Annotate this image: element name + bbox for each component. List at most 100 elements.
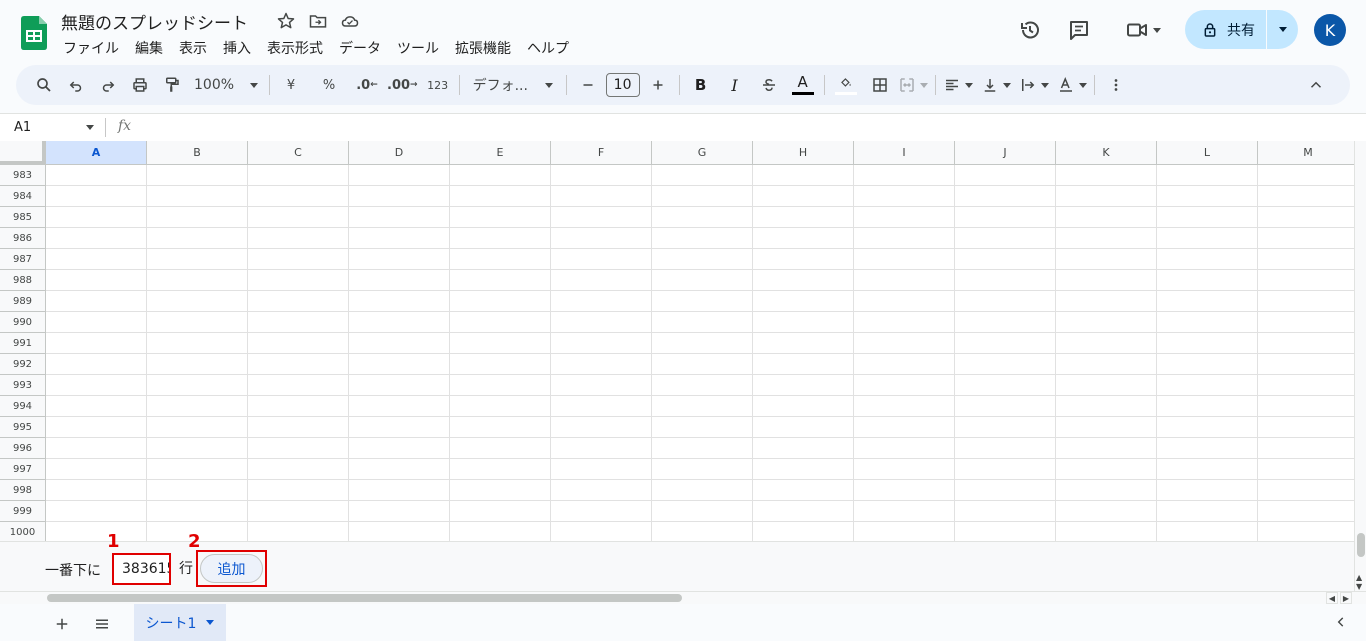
column-header-i[interactable]: I [854,141,955,165]
text-wrapping-button[interactable] [1019,71,1049,99]
star-icon[interactable] [276,11,296,31]
more-formats-button[interactable]: 123 [424,71,452,99]
menu-tools[interactable]: ツール [389,36,447,60]
font-family-select[interactable]: デフォ... [467,71,559,99]
row-header[interactable]: 988 [0,270,46,291]
text-color-button[interactable]: A [789,71,817,99]
menu-format[interactable]: 表示形式 [259,36,331,60]
add-rows-button[interactable]: 追加 [200,554,263,583]
row-header[interactable]: 995 [0,417,46,438]
explore-collapse-button[interactable] [1334,614,1348,633]
row-header[interactable]: 985 [0,207,46,228]
name-box[interactable]: A1 [0,114,104,141]
text-wrap-icon [1021,79,1034,91]
column-header-l[interactable]: L [1157,141,1258,165]
row-header[interactable]: 986 [0,228,46,249]
hide-menus-button[interactable] [1302,71,1330,99]
move-folder-icon[interactable] [308,11,328,31]
scroll-up-icon[interactable]: ▲ [1356,573,1362,582]
horizontal-scrollbar[interactable]: ◀ ▶ [0,591,1366,604]
row-header[interactable]: 999 [0,501,46,522]
strikethrough-button[interactable] [755,71,783,99]
toolbar-divider [269,75,270,95]
spreadsheet-grid: A B C D E F G H I J K L M 983 984 985 98… [0,141,1354,541]
row-count-input[interactable]: 383615 [112,553,171,585]
menu-edit[interactable]: 編集 [127,36,171,60]
decrease-decimal-button[interactable]: .0 ← [353,71,381,99]
select-all-corner[interactable] [0,141,46,165]
menu-data[interactable]: データ [331,36,389,60]
row-header[interactable]: 992 [0,354,46,375]
sheets-logo-icon[interactable] [21,16,47,50]
comments-button[interactable] [1063,10,1095,50]
vertical-align-button[interactable] [981,71,1011,99]
row-header[interactable]: 984 [0,186,46,207]
all-sheets-button[interactable] [90,612,114,636]
column-header-d[interactable]: D [349,141,450,165]
row-header[interactable]: 994 [0,396,46,417]
redo-button[interactable] [94,71,122,99]
currency-format-button[interactable]: ¥ [277,71,305,99]
scroll-left-icon[interactable]: ◀ [1326,592,1338,604]
increase-font-size-button[interactable] [644,71,672,99]
row-header[interactable]: 1000 [0,522,46,541]
share-button[interactable]: 共有 [1185,10,1266,49]
version-history-button[interactable] [1014,10,1046,50]
row-header[interactable]: 989 [0,291,46,312]
scroll-right-icon[interactable]: ▶ [1340,592,1352,604]
column-header-j[interactable]: J [955,141,1056,165]
column-header-e[interactable]: E [450,141,551,165]
italic-button[interactable]: I [721,71,749,99]
search-menus-button[interactable] [30,71,58,99]
print-button[interactable] [126,71,154,99]
decrease-font-size-button[interactable] [574,71,602,99]
percent-format-button[interactable]: % [315,71,343,99]
menu-view[interactable]: 表示 [171,36,215,60]
vertical-scrollbar[interactable]: ▲ ▼ [1354,141,1366,591]
cell-area[interactable] [46,165,1354,541]
font-size-input[interactable]: 10 [605,73,640,97]
row-header[interactable]: 990 [0,312,46,333]
more-options-button[interactable] [1102,71,1130,99]
text-rotation-button[interactable] [1057,71,1087,99]
increase-decimal-button[interactable]: .00 → [387,71,418,99]
bold-button[interactable]: B [687,71,715,99]
fill-color-button[interactable] [832,71,860,99]
horizontal-scroll-thumb[interactable] [47,594,682,602]
account-avatar[interactable]: K [1314,14,1346,46]
row-header[interactable]: 998 [0,480,46,501]
menu-file[interactable]: ファイル [55,36,127,60]
menu-insert[interactable]: 挿入 [215,36,259,60]
row-header[interactable]: 996 [0,438,46,459]
menu-help[interactable]: ヘルプ [519,36,577,60]
menu-extensions[interactable]: 拡張機能 [447,36,519,60]
column-header-c[interactable]: C [248,141,349,165]
row-header[interactable]: 997 [0,459,46,480]
column-header-g[interactable]: G [652,141,753,165]
cloud-saved-icon[interactable] [340,11,360,31]
row-header[interactable]: 987 [0,249,46,270]
column-header-h[interactable]: H [753,141,854,165]
scroll-down-icon[interactable]: ▼ [1356,582,1362,591]
column-header-a[interactable]: A [46,141,147,165]
column-header-m[interactable]: M [1258,141,1354,165]
document-title[interactable]: 無題のスプレッドシート [61,9,248,34]
add-sheet-button[interactable] [50,612,74,636]
borders-button[interactable] [866,71,894,99]
row-header[interactable]: 991 [0,333,46,354]
column-header-f[interactable]: F [551,141,652,165]
meet-button[interactable] [1118,10,1168,50]
vertical-scroll-thumb[interactable] [1357,533,1365,557]
share-dropdown-button[interactable] [1267,10,1298,49]
paint-format-button[interactable] [158,71,186,99]
merge-cells-button[interactable] [898,71,928,99]
row-header[interactable]: 983 [0,165,46,186]
add-rows-bar: 一番下に 1 383615 行 2 追加 [0,531,1354,591]
row-header[interactable]: 993 [0,375,46,396]
zoom-select[interactable]: 100% [190,71,262,99]
column-header-k[interactable]: K [1056,141,1157,165]
sheet-tab-1[interactable]: シート1 [134,604,226,641]
column-header-b[interactable]: B [147,141,248,165]
undo-button[interactable] [62,71,90,99]
horizontal-align-button[interactable] [943,71,973,99]
